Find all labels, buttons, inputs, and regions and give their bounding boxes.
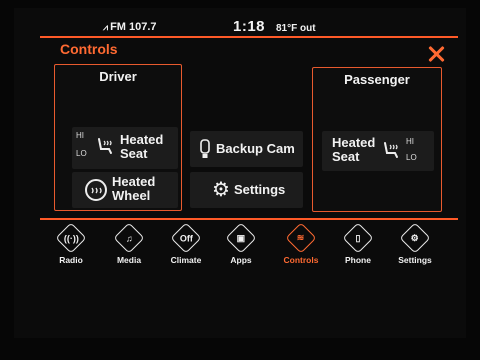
radio-icon: ((·)) — [55, 222, 87, 254]
clock: 1:18 — [233, 18, 266, 35]
passenger-seat-lo: LO — [406, 153, 417, 162]
settings-label: Settings — [234, 182, 286, 197]
nav-phone-label: Phone — [345, 255, 371, 265]
media-icon: ♫ — [113, 222, 145, 254]
backup-cam-label: Backup Cam — [216, 141, 295, 156]
backup-cam-button[interactable]: Backup Cam — [190, 131, 303, 167]
driver-seat-label-1: Heated — [120, 132, 164, 147]
nav-media-label: Media — [116, 255, 142, 265]
heated-wheel-label-1: Heated — [112, 174, 156, 189]
gear-icon: ⚙ — [212, 179, 230, 201]
passenger-seat-hi: HI — [406, 137, 414, 146]
driver-seat-lo: LO — [76, 149, 87, 158]
controls-icon: ≋ — [285, 222, 317, 254]
title-bar: Controls — [40, 36, 458, 62]
apps-icon: ▣ — [225, 222, 257, 254]
passenger-heated-seat-button[interactable]: Heated Seat HI LO — [322, 131, 434, 171]
nav-radio-label: Radio — [59, 255, 83, 265]
radio-status[interactable]: ⩘ FM 107.7 — [103, 21, 157, 33]
climate-icon: Off — [170, 222, 202, 254]
backup-camera-icon — [200, 139, 210, 158]
passenger-heading: Passenger — [344, 72, 410, 87]
gear-icon: ⚙ — [399, 222, 431, 254]
close-icon[interactable] — [426, 44, 446, 64]
nav-media[interactable]: ♫ Media — [104, 222, 154, 265]
page-title: Controls — [60, 41, 118, 57]
nav-settings[interactable]: ⚙ Settings — [390, 222, 440, 265]
heated-seat-icon — [384, 142, 398, 158]
driver-heated-seat-button[interactable]: HI LO Heated Seat — [72, 127, 178, 169]
driver-seat-hi: HI — [76, 131, 84, 140]
nav-controls-label: Controls — [283, 255, 319, 265]
nav-settings-label: Settings — [398, 255, 432, 265]
nav-apps-label: Apps — [230, 255, 252, 265]
nav-apps[interactable]: ▣ Apps — [216, 222, 266, 265]
driver-seat-label-2: Seat — [120, 146, 148, 161]
heated-seat-icon — [98, 138, 112, 154]
settings-button[interactable]: ⚙ Settings — [190, 172, 303, 208]
passenger-seat-label-2: Seat — [332, 149, 360, 164]
nav-divider — [40, 218, 458, 220]
nav-phone[interactable]: ▯ Phone — [333, 222, 383, 265]
driver-heading: Driver — [99, 69, 137, 84]
outside-temperature: 81°F out — [276, 23, 316, 34]
phone-icon: ▯ — [342, 222, 374, 254]
nav-climate-label: Climate — [170, 255, 202, 265]
heated-wheel-label-2: Wheel — [112, 188, 151, 203]
nav-radio[interactable]: ((·)) Radio — [46, 222, 96, 265]
passenger-seat-label-1: Heated — [332, 135, 376, 150]
nav-climate[interactable]: Off Climate — [161, 222, 211, 265]
nav-controls[interactable]: ≋ Controls — [276, 222, 326, 265]
radio-station: FM 107.7 — [110, 21, 157, 33]
heated-wheel-button[interactable]: Heated Wheel — [72, 172, 178, 208]
heated-wheel-icon — [85, 179, 107, 201]
signal-icon: ⩘ — [103, 22, 109, 32]
